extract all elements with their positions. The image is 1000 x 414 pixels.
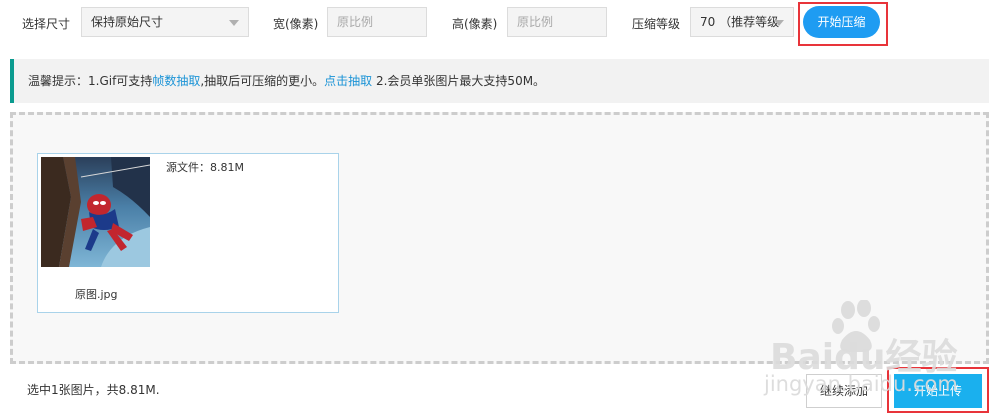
level-select-value: 70 （推荐等级 [700,15,780,29]
frame-extract-link[interactable]: 帧数抽取 [152,74,200,88]
size-label: 选择尺寸 [22,17,71,31]
compress-toolbar: 选择尺寸 保持原始尺寸 宽(像素) 原比例 高(像素) 原比例 压缩等级 70 … [0,0,1000,50]
size-select-value: 保持原始尺寸 [91,15,164,29]
size-select[interactable]: 保持原始尺寸 [81,7,249,37]
height-input[interactable]: 原比例 [507,7,607,37]
file-name: 原图.jpg [75,288,118,301]
spiderman-thumbnail-image [41,157,150,267]
width-input-placeholder: 原比例 [337,15,374,29]
tip-prefix: 温馨提示：1.Gif可支持 [28,74,153,88]
height-label: 高(像素) [452,17,498,31]
width-label: 宽(像素) [273,17,319,31]
chevron-down-icon [229,20,239,26]
chevron-down-icon [774,20,784,26]
continue-add-button[interactable]: 继续添加 [806,374,882,408]
start-upload-button[interactable]: 开始上传 [894,374,982,408]
file-card[interactable]: 源文件：8.81M 原图.jpg [37,153,339,313]
click-extract-link[interactable]: 点击抽取 [324,74,372,88]
selection-status: 选中1张图片，共8.81M. [27,383,160,397]
source-file-size: 源文件：8.81M [166,161,244,174]
level-select[interactable]: 70 （推荐等级 [690,7,794,37]
start-compress-button[interactable]: 开始压缩 [803,6,880,38]
height-input-placeholder: 原比例 [517,15,554,29]
width-input[interactable]: 原比例 [327,7,427,37]
level-label: 压缩等级 [632,17,681,31]
tip-banner: 温馨提示：1.Gif可支持帧数抽取,抽取后可压缩的更小。点击抽取 2.会员单张图… [10,59,989,103]
tip-suffix: 2.会员单张图片最大支持50M。 [372,74,546,88]
file-thumbnail [41,157,150,267]
tip-middle: ,抽取后可压缩的更小。 [200,74,325,88]
